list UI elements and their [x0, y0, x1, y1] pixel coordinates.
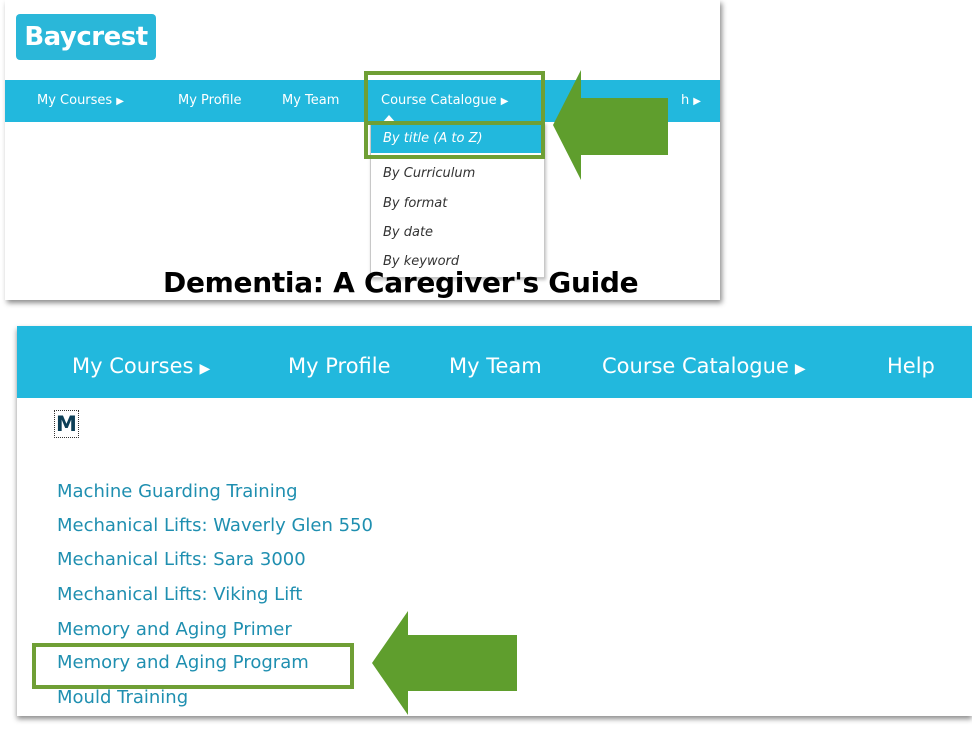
dropdown-option-by-format[interactable]: By format [383, 196, 447, 211]
nav-partial-item[interactable]: h ▶ [681, 80, 701, 122]
highlight-box-catalogue [364, 71, 545, 159]
nav-my-courses[interactable]: My Courses ▶ [37, 80, 124, 122]
nav-help[interactable]: Help [887, 326, 935, 398]
highlight-box-course [32, 643, 354, 689]
arrow-left-icon [553, 70, 668, 180]
triangle-right-icon: ▶ [199, 361, 211, 377]
nav-my-team[interactable]: My Team [282, 80, 339, 122]
baycrest-logo[interactable]: Baycrest [16, 14, 156, 60]
nav-partial-item-label: h [681, 93, 690, 108]
course-link[interactable]: Mould Training [57, 687, 188, 708]
triangle-right-icon: ▶ [693, 96, 701, 107]
nav-my-courses-large-label: My Courses [72, 354, 194, 378]
nav-course-catalogue-large-label: Course Catalogue [602, 354, 789, 378]
course-link[interactable]: Memory and Aging Primer [57, 619, 292, 640]
nav-my-profile-large[interactable]: My Profile [288, 326, 391, 398]
course-link[interactable]: Machine Guarding Training [57, 481, 298, 502]
nav-my-team-large[interactable]: My Team [449, 326, 542, 398]
dropdown-option-by-date[interactable]: By date [383, 225, 433, 240]
course-link[interactable]: Mechanical Lifts: Viking Lift [57, 584, 302, 605]
triangle-right-icon: ▶ [116, 96, 124, 107]
dropdown-option-by-curriculum[interactable]: By Curriculum [383, 166, 475, 181]
course-link[interactable]: Mechanical Lifts: Waverly Glen 550 [57, 515, 373, 536]
highlight-divider [364, 121, 545, 125]
nav-course-catalogue-large[interactable]: Course Catalogue ▶ [602, 326, 806, 398]
course-page-title: Dementia: A Caregiver's Guide [163, 266, 639, 299]
triangle-right-icon: ▶ [794, 361, 806, 377]
nav-my-courses-label: My Courses [37, 93, 113, 108]
nav-my-courses-large[interactable]: My Courses ▶ [72, 326, 210, 398]
arrow-left-icon [372, 611, 517, 715]
section-letter-anchor[interactable]: M [54, 410, 79, 438]
main-nav-bar: My Courses ▶ My Profile My Team Course Ca… [17, 326, 972, 398]
course-link[interactable]: Mechanical Lifts: Sara 3000 [57, 549, 306, 570]
nav-my-profile[interactable]: My Profile [178, 80, 241, 122]
